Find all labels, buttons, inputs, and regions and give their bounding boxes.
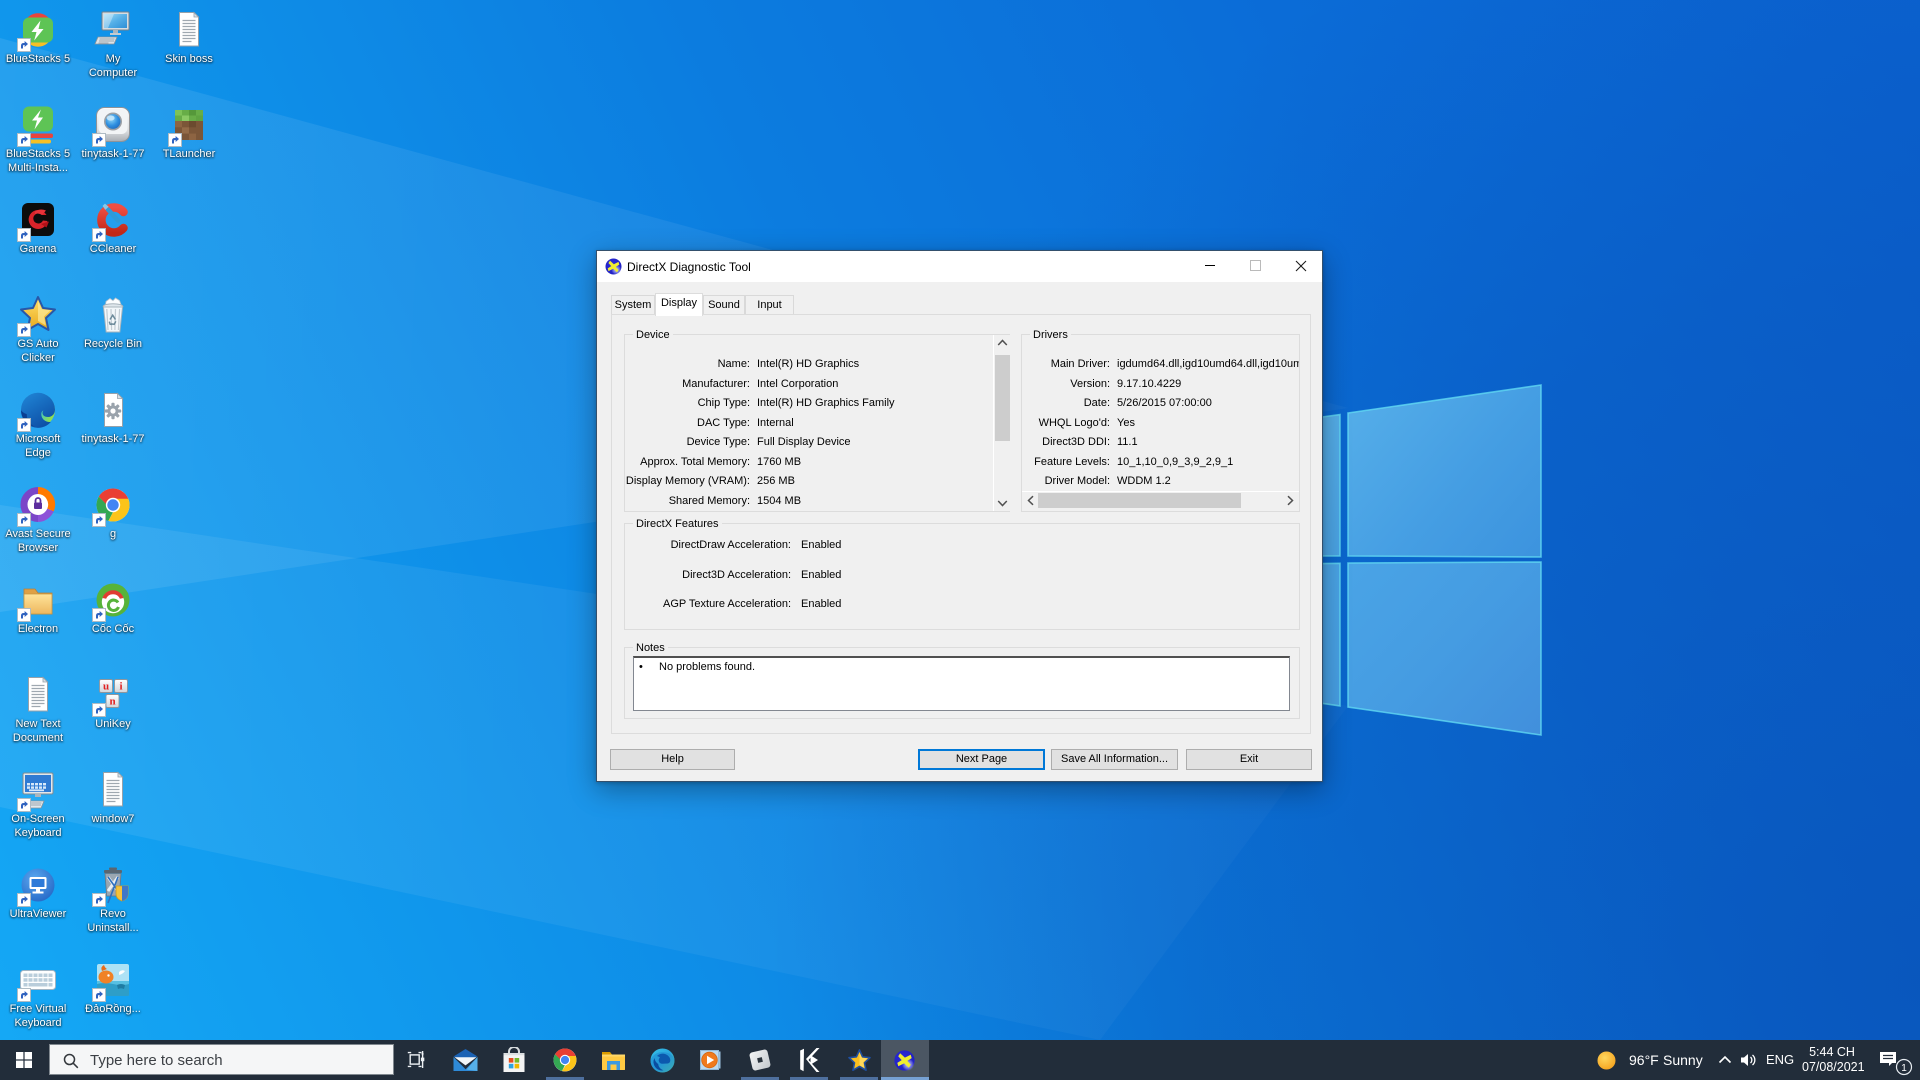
svg-text:1: 1 bbox=[1901, 1063, 1907, 1074]
svg-text:n: n bbox=[109, 696, 115, 708]
svg-text:i: i bbox=[119, 681, 122, 693]
svg-text:u: u bbox=[103, 681, 109, 693]
